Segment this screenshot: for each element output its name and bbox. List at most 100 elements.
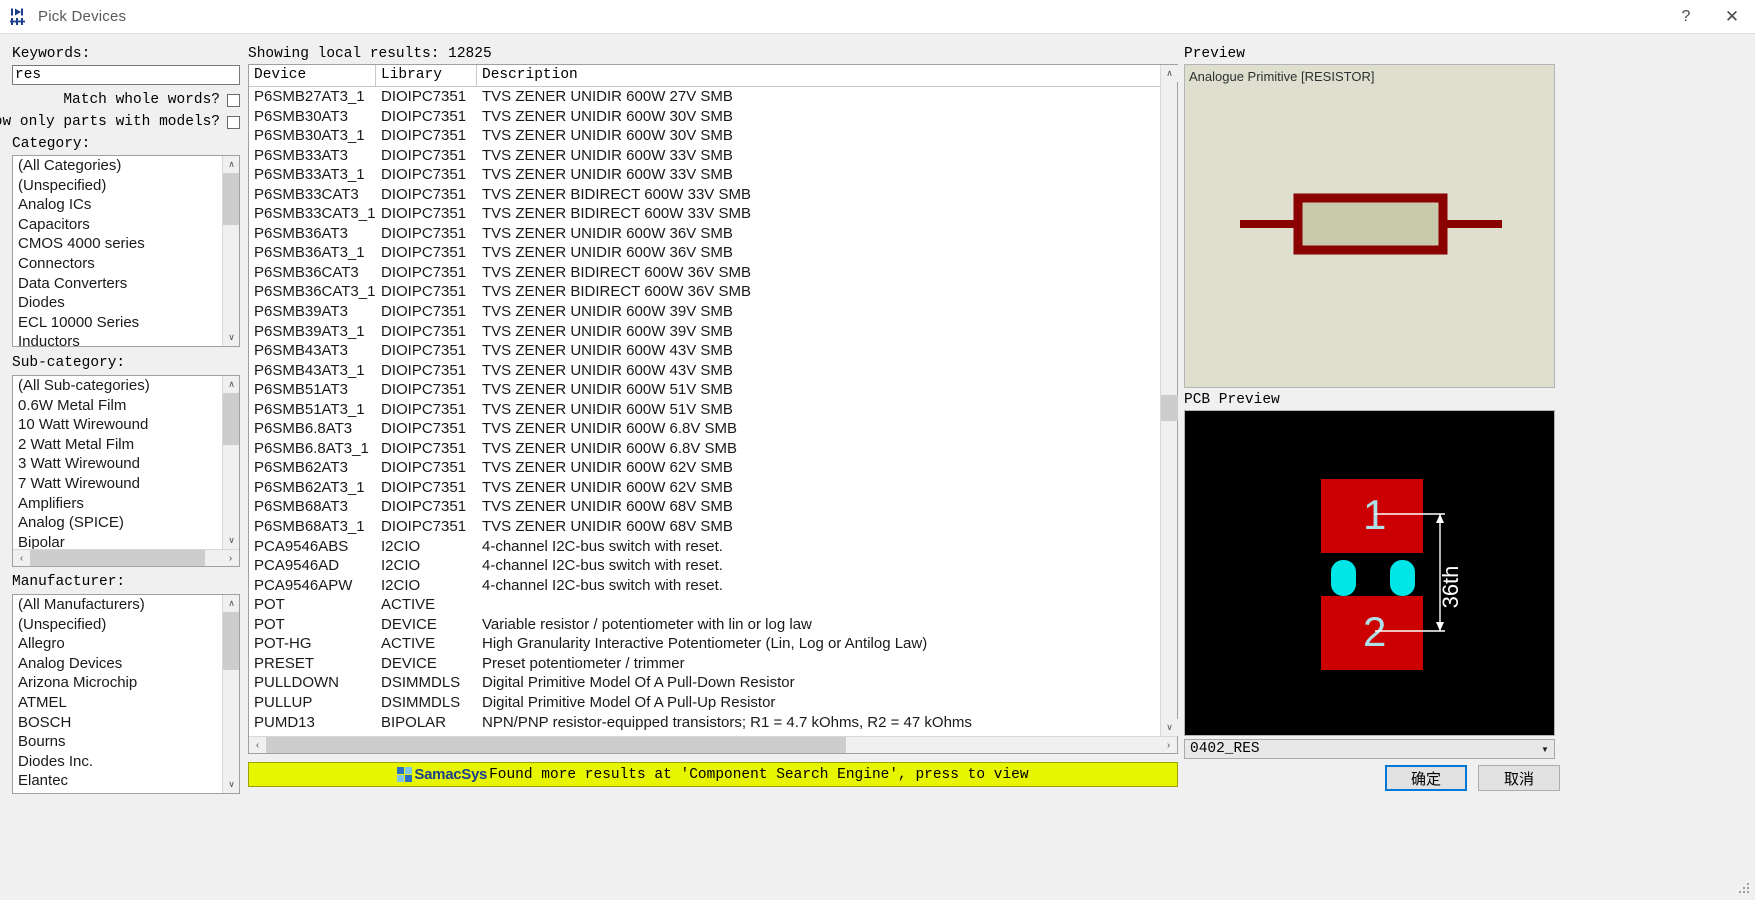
list-item[interactable]: Diodes Inc. [13, 752, 239, 772]
list-item[interactable]: Bourns [13, 732, 239, 752]
scroll-left-icon[interactable]: ‹ [249, 737, 266, 754]
scrollbar-thumb[interactable] [1161, 395, 1178, 421]
list-item[interactable]: (All Sub-categories) [13, 376, 239, 396]
scroll-up-icon[interactable]: ∧ [223, 156, 240, 173]
list-item[interactable]: 2 Watt Metal Film [13, 435, 239, 455]
list-item[interactable]: ECL 10000 Series [13, 313, 239, 333]
list-item[interactable]: Analog Devices [13, 654, 239, 674]
list-item[interactable]: Arizona Microchip [13, 673, 239, 693]
package-combobox[interactable]: 0402_RES ▼ [1184, 739, 1555, 759]
scroll-down-icon[interactable]: ∨ [223, 532, 240, 549]
table-row[interactable]: POTACTIVE [249, 595, 1160, 615]
table-row[interactable]: P6SMB30AT3_1DIOIPC7351TVS ZENER UNIDIR 6… [249, 126, 1160, 146]
column-header-description[interactable]: Description [477, 65, 1160, 87]
table-row[interactable]: P6SMB39AT3_1DIOIPC7351TVS ZENER UNIDIR 6… [249, 322, 1160, 342]
table-row[interactable]: PCA9546APWI2CIO4-channel I2C-bus switch … [249, 576, 1160, 596]
match-whole-words-row[interactable]: Match whole words? [12, 92, 240, 108]
table-row[interactable]: P6SMB33AT3DIOIPC7351TVS ZENER UNIDIR 600… [249, 146, 1160, 166]
subcategory-hscrollbar[interactable]: ‹ › [13, 549, 239, 566]
category-scrollbar[interactable]: ∧ ∨ [222, 156, 239, 346]
results-vscrollbar[interactable]: ∧ ∨ [1160, 65, 1177, 736]
table-row[interactable]: POTDEVICEVariable resistor / potentiomet… [249, 615, 1160, 635]
scrollbar-thumb[interactable] [223, 173, 240, 225]
table-row[interactable]: P6SMB62AT3_1DIOIPC7351TVS ZENER UNIDIR 6… [249, 478, 1160, 498]
table-row[interactable]: P6SMB68AT3DIOIPC7351TVS ZENER UNIDIR 600… [249, 497, 1160, 517]
manufacturer-items[interactable]: (All Manufacturers)(Unspecified)AllegroA… [13, 595, 239, 791]
list-item[interactable]: Connectors [13, 254, 239, 274]
column-header-device[interactable]: Device [249, 65, 376, 87]
list-item[interactable]: Amplifiers [13, 494, 239, 514]
table-row[interactable]: P6SMB51AT3DIOIPC7351TVS ZENER UNIDIR 600… [249, 380, 1160, 400]
scrollbar-thumb[interactable] [223, 612, 240, 670]
subcategory-listbox[interactable]: (All Sub-categories)0.6W Metal Film10 Wa… [12, 375, 240, 567]
close-button[interactable]: ✕ [1709, 0, 1755, 33]
schematic-preview[interactable]: Analogue Primitive [RESISTOR] [1184, 64, 1555, 388]
list-item[interactable]: Inductors [13, 332, 239, 347]
table-row[interactable]: PCA9546ADI2CIO4-channel I2C-bus switch w… [249, 556, 1160, 576]
resize-grip[interactable] [1739, 882, 1751, 894]
hscrollbar-thumb[interactable] [30, 550, 205, 566]
cancel-button[interactable]: 取消 [1478, 765, 1560, 791]
table-row[interactable]: P6SMB33AT3_1DIOIPC7351TVS ZENER UNIDIR 6… [249, 165, 1160, 185]
list-item[interactable]: 10 Watt Wirewound [13, 415, 239, 435]
table-row[interactable]: P6SMB68AT3_1DIOIPC7351TVS ZENER UNIDIR 6… [249, 517, 1160, 537]
table-row[interactable]: P6SMB36CAT3_1DIOIPC7351TVS ZENER BIDIREC… [249, 282, 1160, 302]
list-item[interactable]: BOSCH [13, 713, 239, 733]
scroll-right-icon[interactable]: › [222, 550, 239, 567]
table-row[interactable]: P6SMB30AT3DIOIPC7351TVS ZENER UNIDIR 600… [249, 107, 1160, 127]
table-row[interactable]: POT-HGACTIVEHigh Granularity Interactive… [249, 634, 1160, 654]
list-item[interactable]: Allegro [13, 634, 239, 654]
show-only-models-checkbox[interactable] [227, 116, 240, 129]
list-item[interactable]: Data Converters [13, 274, 239, 294]
list-item[interactable]: CMOS 4000 series [13, 234, 239, 254]
category-items[interactable]: (All Categories)(Unspecified)Analog ICsC… [13, 156, 239, 347]
scrollbar-thumb[interactable] [223, 393, 240, 445]
pcb-preview[interactable]: 1 2 36th [1184, 410, 1555, 736]
list-item[interactable]: 3 Watt Wirewound [13, 454, 239, 474]
list-item[interactable]: (All Manufacturers) [13, 595, 239, 615]
table-row[interactable]: P6SMB43AT3DIOIPC7351TVS ZENER UNIDIR 600… [249, 341, 1160, 361]
results-hscrollbar[interactable]: ‹ › [249, 736, 1177, 753]
scroll-right-icon[interactable]: › [1160, 737, 1177, 754]
scroll-down-icon[interactable]: ∨ [223, 776, 240, 793]
table-row[interactable]: PRESETDEVICEPreset potentiometer / trimm… [249, 654, 1160, 674]
category-listbox[interactable]: (All Categories)(Unspecified)Analog ICsC… [12, 155, 240, 347]
list-item[interactable]: (All Categories) [13, 156, 239, 176]
scroll-left-icon[interactable]: ‹ [13, 550, 30, 567]
table-row[interactable]: P6SMB6.8AT3DIOIPC7351TVS ZENER UNIDIR 60… [249, 419, 1160, 439]
list-item[interactable]: Capacitors [13, 215, 239, 235]
table-row[interactable]: P6SMB6.8AT3_1DIOIPC7351TVS ZENER UNIDIR … [249, 439, 1160, 459]
table-row[interactable]: P6SMB62AT3DIOIPC7351TVS ZENER UNIDIR 600… [249, 458, 1160, 478]
manufacturer-listbox[interactable]: (All Manufacturers)(Unspecified)AllegroA… [12, 594, 240, 794]
scroll-up-icon[interactable]: ∧ [223, 376, 240, 393]
table-row[interactable]: P6SMB36CAT3DIOIPC7351TVS ZENER BIDIRECT … [249, 263, 1160, 283]
column-header-library[interactable]: Library [376, 65, 477, 87]
results-rows[interactable]: P6SMB27AT3_1DIOIPC7351TVS ZENER UNIDIR 6… [249, 87, 1160, 736]
list-item[interactable]: Elantec [13, 771, 239, 791]
scroll-down-icon[interactable]: ∨ [1161, 719, 1178, 736]
list-item[interactable]: Analog ICs [13, 195, 239, 215]
manufacturer-scrollbar[interactable]: ∧ ∨ [222, 595, 239, 793]
show-only-models-row[interactable]: Show only parts with models? [12, 114, 240, 130]
help-button[interactable]: ? [1663, 0, 1709, 33]
table-row[interactable]: P6SMB33CAT3_1DIOIPC7351TVS ZENER BIDIREC… [249, 204, 1160, 224]
hscrollbar-thumb[interactable] [266, 737, 846, 753]
list-item[interactable]: (Unspecified) [13, 176, 239, 196]
scroll-down-icon[interactable]: ∨ [223, 329, 240, 346]
table-row[interactable]: PULLDOWNDSIMMDLSDigital Primitive Model … [249, 673, 1160, 693]
ok-button[interactable]: 确定 [1385, 765, 1467, 791]
subcategory-scrollbar[interactable]: ∧ ∨ [222, 376, 239, 549]
table-row[interactable]: PUMD13BIPOLARNPN/PNP resistor-equipped t… [249, 713, 1160, 733]
scroll-up-icon[interactable]: ∧ [223, 595, 240, 612]
list-item[interactable]: 0.6W Metal Film [13, 396, 239, 416]
scroll-up-icon[interactable]: ∧ [1161, 65, 1178, 82]
table-row[interactable]: P6SMB39AT3DIOIPC7351TVS ZENER UNIDIR 600… [249, 302, 1160, 322]
chevron-down-icon[interactable]: ▼ [1536, 745, 1554, 754]
list-item[interactable]: ATMEL [13, 693, 239, 713]
list-item[interactable]: 7 Watt Wirewound [13, 474, 239, 494]
table-row[interactable]: PCA9546ABSI2CIO4-channel I2C-bus switch … [249, 537, 1160, 557]
list-item[interactable]: (Unspecified) [13, 615, 239, 635]
table-row[interactable]: P6SMB27AT3_1DIOIPC7351TVS ZENER UNIDIR 6… [249, 87, 1160, 107]
table-row[interactable]: P6SMB51AT3_1DIOIPC7351TVS ZENER UNIDIR 6… [249, 400, 1160, 420]
table-row[interactable]: PULLUPDSIMMDLSDigital Primitive Model Of… [249, 693, 1160, 713]
